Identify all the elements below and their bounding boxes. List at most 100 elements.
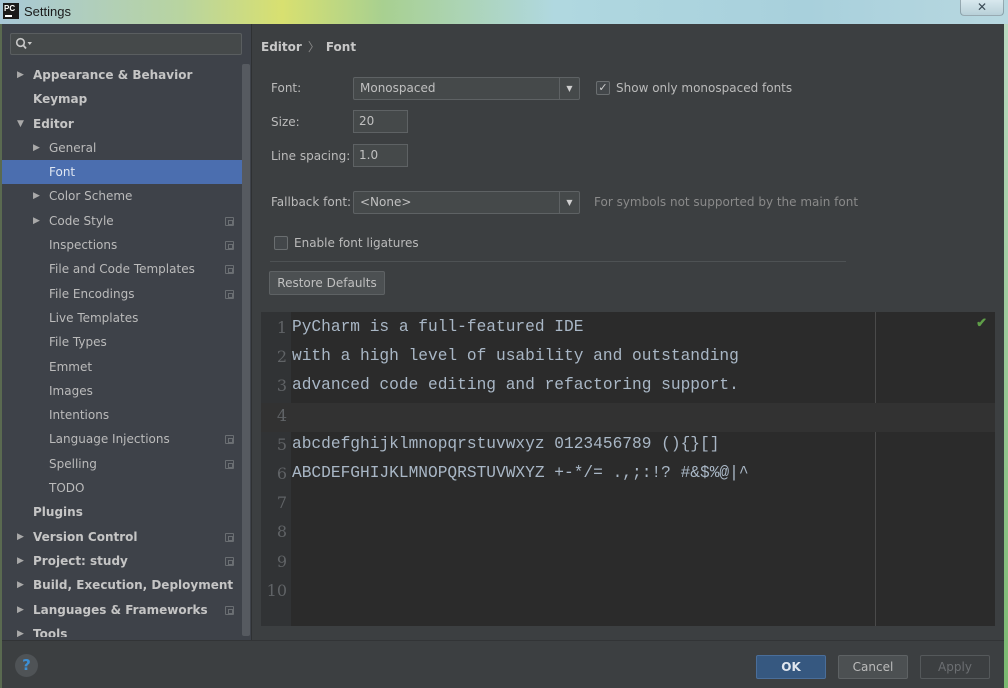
sidebar-item-languages-frameworks[interactable]: ▶ Languages & Frameworks [2, 598, 242, 622]
checkmark-icon: ✓ [598, 81, 608, 94]
collapsed-arrow-icon[interactable]: ▶ [33, 184, 43, 208]
restore-defaults-button[interactable]: Restore Defaults [269, 271, 385, 295]
expanded-arrow-icon[interactable]: ▼ [17, 112, 27, 136]
ok-button[interactable]: OK [756, 655, 826, 679]
project-level-settings-icon [225, 265, 234, 275]
app-icon-text: PC [4, 4, 16, 13]
search-input[interactable] [35, 35, 235, 53]
line-number: 2 [276, 347, 287, 367]
sidebar-item-plugins[interactable]: Plugins [2, 500, 242, 524]
breadcrumb-separator: 〉 [307, 40, 320, 54]
sidebar-item-version-control[interactable]: ▶ Version Control [2, 525, 242, 549]
line-spacing-input[interactable]: 1.0 [353, 144, 408, 167]
sidebar-item-label: Build, Execution, Deployment [33, 578, 234, 593]
sidebar-item-tools[interactable]: ▶ Tools [2, 622, 242, 637]
sidebar-item-general[interactable]: ▶ General [2, 136, 242, 160]
sidebar-item-color-scheme[interactable]: ▶ Color Scheme [2, 184, 242, 208]
sidebar-item-label: Plugins [33, 505, 83, 520]
sidebar-item-label: Project: study [33, 553, 128, 568]
sidebar-item-images[interactable]: Images [2, 379, 242, 403]
preview-line: 10 [261, 578, 995, 607]
font-dropdown[interactable]: Monospaced ▼ [353, 77, 580, 100]
project-level-settings-icon [225, 459, 234, 469]
fallback-font-dropdown[interactable]: <None> ▼ [353, 191, 580, 214]
enable-ligatures-label[interactable]: Enable font ligatures [294, 236, 419, 250]
show-monospaced-checkbox[interactable]: ✓ [596, 81, 610, 95]
preview-line: 3 advanced code editing and refactoring s… [261, 373, 995, 402]
sidebar-item-file-types[interactable]: File Types [2, 330, 242, 354]
preview-code-text: with a high level of usability and outst… [292, 347, 739, 366]
sidebar-item-font[interactable]: Font [2, 160, 242, 185]
settings-search[interactable] [10, 33, 242, 55]
preview-line: 7 [261, 490, 995, 519]
collapsed-arrow-icon[interactable]: ▶ [17, 573, 27, 597]
cancel-button[interactable]: Cancel [838, 655, 908, 679]
sidebar-scrollbar[interactable] [242, 64, 250, 636]
sidebar-item-build-execution-deployment[interactable]: ▶ Build, Execution, Deployment [2, 573, 242, 597]
sidebar-item-project-study[interactable]: ▶ Project: study [2, 549, 242, 573]
enable-ligatures-checkbox[interactable] [274, 236, 288, 250]
dropdown-arrow-icon[interactable]: ▼ [559, 192, 579, 213]
sidebar-item-label: Emmet [49, 359, 93, 374]
preview-code-text: advanced code editing and refactoring su… [292, 376, 739, 395]
sidebar-item-spelling[interactable]: Spelling [2, 452, 242, 476]
sidebar-item-label: Color Scheme [49, 189, 133, 204]
line-number: 4 [276, 405, 287, 425]
section-separator [270, 261, 846, 262]
line-number: 10 [266, 580, 287, 600]
collapsed-arrow-icon[interactable]: ▶ [17, 525, 27, 549]
help-button[interactable]: ? [15, 654, 38, 677]
sidebar-item-label: File Types [49, 335, 107, 350]
sidebar-item-label: Images [49, 383, 93, 398]
line-number: 3 [276, 376, 287, 396]
sidebar-item-file-and-code-templates[interactable]: File and Code Templates [2, 257, 242, 281]
line-number: 9 [276, 551, 287, 571]
sidebar-item-label: Appearance & Behavior [33, 68, 193, 82]
sidebar-item-label: Editor [33, 116, 74, 131]
font-settings-panel: Editor 〉 Font Font: Monospaced ▼ ✓ Show on… [252, 24, 1004, 640]
preview-line: 9 [261, 549, 995, 578]
collapsed-arrow-icon[interactable]: ▶ [17, 598, 27, 622]
preview-line: 2 with a high level of usability and outs… [261, 344, 995, 373]
collapsed-arrow-icon[interactable]: ▶ [17, 622, 27, 637]
collapsed-arrow-icon[interactable]: ▶ [33, 209, 43, 233]
size-input[interactable]: 20 [353, 110, 408, 133]
sidebar-item-inspections[interactable]: Inspections [2, 233, 242, 257]
font-label: Font: [271, 81, 302, 95]
preview-line: 1 PyCharm is a full-featured IDE [261, 315, 995, 344]
preview-line: 4 [261, 402, 995, 432]
show-monospaced-label[interactable]: Show only monospaced fonts [616, 81, 792, 95]
sidebar-item-label: Live Templates [49, 310, 139, 325]
sidebar-item-keymap[interactable]: Keymap [2, 87, 242, 111]
window-title: Settings [24, 4, 71, 19]
sidebar-item-label: Version Control [33, 529, 138, 544]
search-icon [15, 37, 32, 50]
sidebar-item-label: TODO [49, 481, 85, 496]
sidebar-item-todo[interactable]: TODO [2, 476, 242, 500]
sidebar-item-appearance-behavior[interactable]: ▶ Appearance & Behavior [2, 63, 242, 87]
sidebar-item-language-injections[interactable]: Language Injections [2, 427, 242, 451]
close-window-button[interactable]: ✕ [960, 0, 1004, 16]
collapsed-arrow-icon[interactable]: ▶ [17, 63, 27, 87]
collapsed-arrow-icon[interactable]: ▶ [17, 549, 27, 573]
sidebar-item-live-templates[interactable]: Live Templates [2, 306, 242, 330]
collapsed-arrow-icon[interactable]: ▶ [33, 136, 43, 160]
sidebar-item-code-style[interactable]: ▶ Code Style [2, 209, 242, 233]
breadcrumb: Editor 〉 Font [261, 38, 356, 55]
project-level-settings-icon [225, 241, 234, 251]
sidebar-item-file-encodings[interactable]: File Encodings [2, 282, 242, 306]
sidebar-item-editor[interactable]: ▼ Editor [2, 112, 242, 136]
preview-code-text: PyCharm is a full-featured IDE [292, 318, 584, 336]
font-preview-editor[interactable]: 1 PyCharm is a full-featured IDE 2 with a h… [261, 312, 995, 626]
settings-dialog: ▶ Appearance & Behavior Keymap ▼ Editor ▶ Gene… [2, 24, 1004, 688]
sidebar-item-label: Tools [33, 626, 68, 637]
pycharm-app-icon: PC [3, 3, 19, 19]
inspection-ok-icon: ✔ [976, 316, 987, 331]
sidebar-item-intentions[interactable]: Intentions [2, 403, 242, 427]
sidebar-item-label: Inspections [49, 238, 118, 253]
dropdown-arrow-icon[interactable]: ▼ [559, 78, 579, 99]
apply-button[interactable]: Apply [920, 655, 990, 679]
sidebar-item-emmet[interactable]: Emmet [2, 355, 242, 379]
dialog-footer: ? OK Cancel Apply [2, 640, 1004, 688]
breadcrumb-parent[interactable]: Editor [261, 40, 302, 54]
